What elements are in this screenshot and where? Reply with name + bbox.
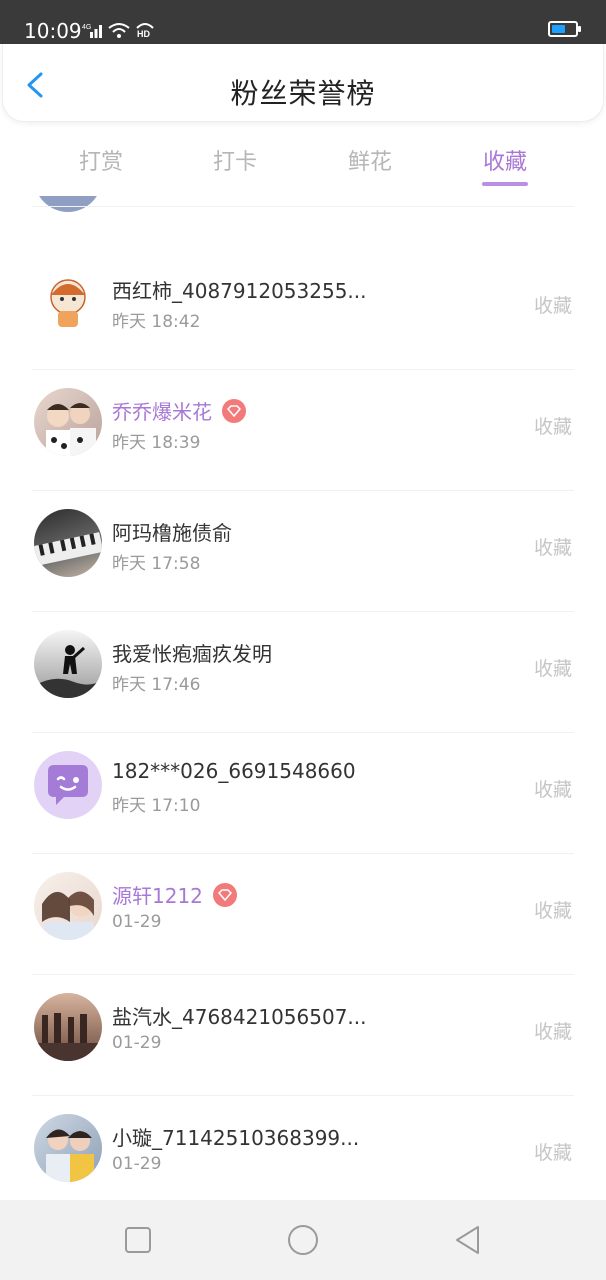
favorite-label: 收藏 bbox=[533, 1142, 572, 1164]
photo-avatar-icon bbox=[46, 1129, 94, 1182]
page-title: 粉丝荣誉榜 bbox=[230, 77, 376, 110]
user-name: 小璇_71142510368399... bbox=[112, 1126, 360, 1150]
favorite-time: 昨天 18:42 bbox=[112, 312, 201, 332]
favorite-time: 昨天 17:58 bbox=[112, 554, 201, 574]
favorite-label: 收藏 bbox=[533, 779, 572, 801]
tab-reward[interactable]: 打赏 bbox=[51, 144, 151, 176]
user-name: 乔乔爆米花 bbox=[112, 400, 212, 424]
favorite-label: 收藏 bbox=[533, 416, 572, 438]
tab-flowers[interactable]: 鲜花 bbox=[320, 144, 420, 176]
list-item[interactable]: 小璇_71142510368399... 01-29 收藏 bbox=[0, 1096, 606, 1200]
name-line: 182***026_6691548660 bbox=[112, 759, 356, 783]
fan-list[interactable]: 西红柿_4087912053255... 昨天 18:42 收藏 乔乔爆米花 昨… bbox=[0, 196, 606, 1200]
active-tab-indicator bbox=[482, 182, 528, 186]
name-line: 源轩1212 bbox=[112, 880, 237, 909]
favorite-label: 收藏 bbox=[533, 537, 572, 559]
favorite-time: 01-29 bbox=[112, 1033, 162, 1053]
tab-favorites[interactable]: 收藏 bbox=[455, 144, 555, 176]
silhouette-photo-icon bbox=[34, 645, 102, 698]
hd-label: HD bbox=[137, 29, 150, 38]
hd-call-icon: HD bbox=[136, 23, 154, 38]
name-line: 西红柿_4087912053255... bbox=[112, 275, 367, 304]
status-bar: 10:09 4G HD bbox=[0, 0, 606, 44]
system-nav-bar bbox=[0, 1200, 606, 1280]
favorite-time: 昨天 17:46 bbox=[112, 675, 201, 695]
battery-icon bbox=[548, 21, 581, 37]
cartoon-avatar-icon bbox=[50, 279, 86, 327]
favorite-label: 收藏 bbox=[533, 900, 572, 922]
favorite-label: 收藏 bbox=[533, 295, 572, 317]
user-name: 西红柿_4087912053255... bbox=[112, 279, 367, 303]
avatar bbox=[34, 196, 102, 212]
avatar bbox=[34, 751, 102, 819]
user-name: 我爱怅疱痼疚发明 bbox=[112, 642, 272, 666]
user-name: 源轩1212 bbox=[112, 884, 203, 908]
avatar bbox=[34, 630, 102, 698]
tab-bar: 打赏 打卡 鲜花 收藏 bbox=[0, 138, 606, 188]
name-line: 阿玛橹施债俞 bbox=[112, 517, 232, 546]
vip-diamond-icon bbox=[212, 882, 237, 907]
vip-diamond-icon bbox=[222, 398, 246, 423]
list-item[interactable]: 西红柿_4087912053255... 昨天 18:42 收藏 bbox=[0, 249, 606, 370]
photo-avatar-icon bbox=[46, 403, 96, 456]
name-line: 乔乔爆米花 bbox=[112, 396, 246, 425]
signal-icon: 4G bbox=[82, 24, 102, 38]
name-line: 小璇_71142510368399... bbox=[112, 1122, 359, 1151]
favorite-time: 昨天 18:39 bbox=[112, 433, 201, 453]
status-time: 10:09 bbox=[24, 19, 82, 43]
list-item[interactable]: 182***026_6691548660 昨天 17:10 收藏 bbox=[0, 733, 606, 854]
back-nav-icon[interactable] bbox=[450, 1222, 486, 1258]
avatar bbox=[34, 993, 102, 1061]
chat-bubble-icon bbox=[48, 765, 88, 805]
list-item[interactable]: 盐汽水_4768421056507... 01-29 收藏 bbox=[0, 975, 606, 1096]
list-item[interactable]: 阿玛橹施债俞 昨天 17:58 收藏 bbox=[0, 491, 606, 612]
avatar bbox=[34, 1114, 102, 1182]
name-line: 我爱怅疱痼疚发明 bbox=[112, 638, 272, 667]
list-item[interactable]: 我爱怅疱痼疚发明 昨天 17:46 收藏 bbox=[0, 612, 606, 733]
favorite-time: 01-29 bbox=[112, 1154, 162, 1174]
piano-photo-icon bbox=[34, 532, 102, 566]
photo-avatar-icon bbox=[42, 891, 94, 940]
tab-checkin[interactable]: 打卡 bbox=[185, 144, 285, 176]
user-name: 182***026_6691548660 bbox=[112, 759, 356, 783]
favorite-label: 收藏 bbox=[533, 1021, 572, 1043]
avatar bbox=[34, 388, 102, 456]
header: 粉丝荣誉榜 bbox=[2, 44, 604, 122]
divider bbox=[32, 206, 574, 207]
favorite-label: 收藏 bbox=[533, 658, 572, 680]
list-item[interactable]: 乔乔爆米花 昨天 18:39 收藏 bbox=[0, 370, 606, 491]
network-type-label: 4G bbox=[82, 24, 91, 31]
user-name: 盐汽水_4768421056507... bbox=[112, 1005, 367, 1029]
favorite-time: 昨天 17:10 bbox=[112, 796, 201, 816]
avatar bbox=[34, 872, 102, 940]
avatar bbox=[34, 267, 102, 335]
recent-apps-icon[interactable] bbox=[120, 1222, 156, 1258]
list-item[interactable]: 源轩1212 01-29 收藏 bbox=[0, 854, 606, 975]
name-line: 盐汽水_4768421056507... bbox=[112, 1001, 367, 1030]
status-icons: 4G HD bbox=[82, 20, 156, 38]
group-photo-icon bbox=[34, 1013, 102, 1061]
wifi-icon bbox=[108, 23, 130, 38]
user-name: 阿玛橹施债俞 bbox=[112, 521, 232, 545]
home-icon[interactable] bbox=[285, 1222, 321, 1258]
avatar bbox=[34, 509, 102, 577]
favorite-time: 01-29 bbox=[112, 912, 162, 932]
